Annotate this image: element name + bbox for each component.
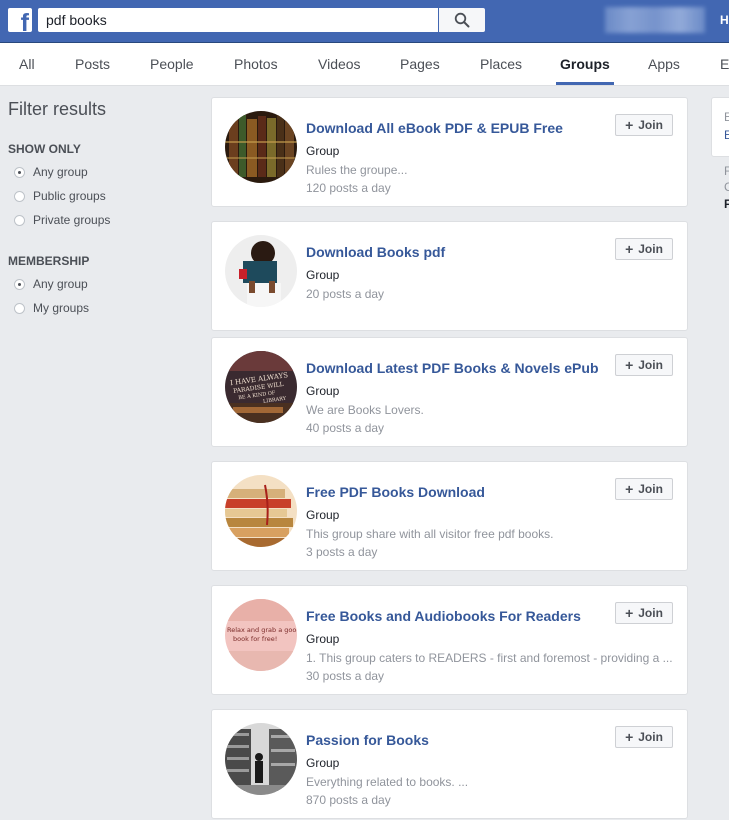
radio-icon[interactable] — [14, 190, 25, 202]
group-posts-count: 3 posts a day — [306, 545, 378, 559]
group-type: Group — [306, 756, 340, 770]
tab-people[interactable]: People — [150, 43, 194, 85]
plus-icon: + — [625, 605, 634, 621]
group-description: This group share with all visitor free p… — [306, 527, 554, 541]
right-sidebar-box: E E — [711, 97, 729, 157]
group-description: 1. This group caters to READERS - first … — [306, 651, 673, 665]
tab-events[interactable]: E — [720, 43, 729, 85]
search-input[interactable] — [38, 8, 434, 32]
filter-public-groups[interactable]: Public groups — [14, 188, 106, 204]
group-photo-book-stack[interactable] — [225, 475, 297, 547]
tab-all[interactable]: All — [19, 43, 35, 85]
group-photo-reader[interactable] — [225, 235, 297, 307]
join-button[interactable]: + Join — [615, 726, 673, 748]
plus-icon: + — [625, 357, 634, 373]
group-result-card: I HAVE ALWAYS PARADISE WILL BE A KIND OF… — [211, 337, 688, 447]
cutoff-text: C — [724, 180, 729, 194]
tab-posts[interactable]: Posts — [75, 43, 110, 85]
cutoff-text: F — [724, 164, 729, 178]
group-title-link[interactable]: Passion for Books — [306, 732, 429, 748]
profile-initial[interactable]: H — [720, 13, 729, 27]
search-tabs: All Posts People Photos Videos Pages Pla… — [0, 43, 729, 86]
group-posts-count: 870 posts a day — [306, 793, 391, 807]
filter-any-group[interactable]: Any group — [14, 164, 88, 180]
group-result-card: Relax and grab a good book for free! Fre… — [211, 585, 688, 695]
thumb-text: Relax and grab a good — [227, 626, 297, 634]
membership-any-group[interactable]: Any group — [14, 276, 88, 292]
group-title-link[interactable]: Free Books and Audiobooks For Readers — [306, 608, 581, 624]
plus-icon: + — [625, 117, 634, 133]
tab-apps[interactable]: Apps — [648, 43, 680, 85]
group-posts-count: 120 posts a day — [306, 181, 391, 195]
group-type: Group — [306, 384, 340, 398]
blurred-profile-name[interactable] — [605, 7, 705, 33]
plus-icon: + — [625, 729, 634, 745]
cutoff-text: F — [724, 197, 729, 211]
filter-results-title: Filter results — [8, 99, 107, 119]
group-title-link[interactable]: Download All eBook PDF & EPUB Free — [306, 120, 563, 136]
join-button[interactable]: + Join — [615, 602, 673, 624]
group-type: Group — [306, 632, 340, 646]
group-title-link[interactable]: Download Books pdf — [306, 244, 445, 260]
group-title-link[interactable]: Download Latest PDF Books & Novels ePub — [306, 360, 599, 376]
show-only-heading: SHOW ONLY — [8, 142, 81, 156]
group-type: Group — [306, 268, 340, 282]
tab-groups[interactable]: Groups — [556, 43, 614, 85]
cutoff-text: E — [724, 110, 729, 124]
group-title-link[interactable]: Free PDF Books Download — [306, 484, 485, 500]
join-button[interactable]: + Join — [615, 354, 673, 376]
tab-photos[interactable]: Photos — [234, 43, 278, 85]
membership-my-groups[interactable]: My groups — [14, 300, 89, 316]
top-navigation-bar: f H — [0, 0, 729, 43]
group-description: We are Books Lovers. — [306, 403, 424, 417]
radio-icon[interactable] — [14, 214, 25, 226]
plus-icon: + — [625, 481, 634, 497]
group-photo-free-books[interactable]: Relax and grab a good book for free! — [225, 599, 297, 671]
cutoff-link[interactable]: E — [724, 128, 729, 142]
membership-heading: MEMBERSHIP — [8, 254, 90, 268]
join-button[interactable]: + Join — [615, 238, 673, 260]
search-box[interactable] — [38, 8, 438, 32]
group-result-card: Download All eBook PDF & EPUB Free Group… — [211, 97, 688, 207]
group-result-card: Passion for Books Group Everything relat… — [211, 709, 688, 819]
facebook-logo-icon[interactable]: f — [8, 8, 32, 32]
tab-places[interactable]: Places — [480, 43, 522, 85]
search-icon — [454, 12, 470, 28]
group-description: Rules the groupe... — [306, 163, 408, 177]
plus-icon: + — [625, 241, 634, 257]
join-button[interactable]: + Join — [615, 114, 673, 136]
group-photo-library-quote[interactable]: I HAVE ALWAYS PARADISE WILL BE A KIND OF… — [225, 351, 297, 423]
group-description: Everything related to books. ... — [306, 775, 469, 789]
radio-selected-icon[interactable] — [14, 166, 25, 178]
group-posts-count: 20 posts a day — [306, 287, 385, 301]
join-button[interactable]: + Join — [615, 478, 673, 500]
group-type: Group — [306, 144, 340, 158]
group-posts-count: 40 posts a day — [306, 421, 385, 435]
group-photo-bookshelf[interactable] — [225, 111, 297, 183]
group-posts-count: 30 posts a day — [306, 669, 385, 683]
search-button[interactable] — [439, 8, 485, 32]
tab-videos[interactable]: Videos — [318, 43, 361, 85]
radio-icon[interactable] — [14, 302, 25, 314]
group-photo-library-bw[interactable] — [225, 723, 297, 795]
filter-private-groups[interactable]: Private groups — [14, 212, 110, 228]
group-type: Group — [306, 508, 340, 522]
thumb-text: book for free! — [233, 635, 277, 643]
tab-pages[interactable]: Pages — [400, 43, 440, 85]
radio-selected-icon[interactable] — [14, 278, 25, 290]
group-result-card: Download Books pdf Group 20 posts a day … — [211, 221, 688, 331]
group-result-card: Free PDF Books Download Group This group… — [211, 461, 688, 571]
